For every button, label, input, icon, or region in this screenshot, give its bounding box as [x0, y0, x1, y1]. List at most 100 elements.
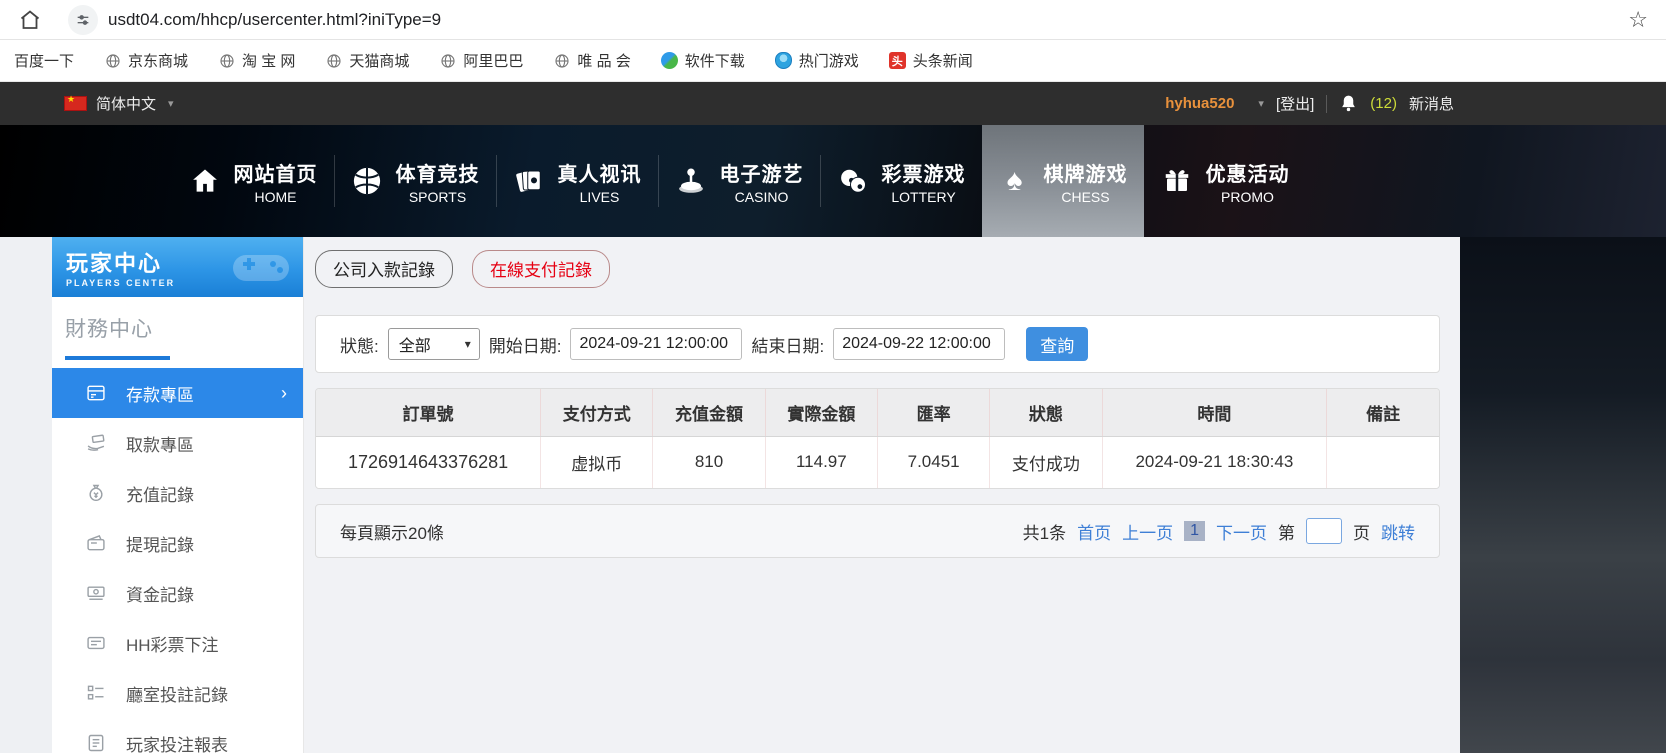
hand-money-icon: [86, 433, 106, 453]
bookmark-games[interactable]: 热门游戏: [774, 50, 859, 71]
tab-company-deposit-record[interactable]: 公司入款記錄: [315, 250, 453, 288]
start-date-input[interactable]: [570, 328, 743, 360]
background-decor: [1460, 237, 1666, 753]
bookmark-toutiao[interactable]: 头 头条新闻: [888, 50, 973, 71]
user-caret-icon[interactable]: ▾: [1258, 97, 1264, 110]
nav-item-promo[interactable]: 优惠活动 PROMO: [1144, 125, 1306, 237]
status-label: 狀態:: [340, 336, 379, 356]
sidebar-item-withdraw[interactable]: 取款專區: [52, 418, 303, 468]
globe-icon: [553, 52, 570, 69]
table-header-row: 訂單號 支付方式 充值金額 實際金額 匯率 狀態 時間 備註: [316, 389, 1439, 437]
software-download-icon: [660, 52, 678, 69]
pagination-bar: 每頁顯示20條 共1条 首页 上一页 1 下一页 第 页 跳转: [315, 504, 1440, 558]
bookmark-tmall[interactable]: 天猫商城: [325, 50, 409, 71]
cell-actual-amount: 114.97: [764, 436, 878, 488]
end-date-input[interactable]: [833, 328, 1006, 360]
cell-pay-method: 虚拟币: [540, 436, 653, 488]
ticket-icon: [86, 633, 106, 653]
message-count[interactable]: (12): [1370, 95, 1397, 112]
globe-icon: [218, 52, 235, 69]
toutiao-icon: 头: [888, 52, 906, 69]
header-time: 時間: [1101, 389, 1327, 437]
record-tabs: 公司入款記錄 在線支付記錄: [315, 250, 1460, 288]
sidebar-item-withdrawal-record[interactable]: 提現記錄: [52, 518, 303, 568]
bookmark-star-icon[interactable]: ☆: [1628, 8, 1648, 31]
bookmark-alibaba[interactable]: 阿里巴巴: [439, 50, 523, 71]
main-content: 公司入款記錄 在線支付記錄 狀態: 全部 ▾ 開始日期: 結束日期: 查詢: [304, 237, 1460, 753]
bookmark-taobao[interactable]: 淘 宝 网: [218, 50, 295, 71]
bell-icon[interactable]: [1339, 94, 1358, 113]
bookmark-software[interactable]: 软件下载: [660, 50, 745, 71]
language-label[interactable]: 简体中文: [96, 93, 156, 114]
language-caret-icon[interactable]: ▾: [168, 97, 174, 110]
banknote-icon: [86, 583, 106, 603]
tab-online-payment-record[interactable]: 在線支付記錄: [472, 250, 610, 288]
globe-icon: [104, 52, 121, 69]
browser-home-icon[interactable]: [18, 8, 42, 32]
next-page-link[interactable]: 下一页: [1216, 519, 1267, 544]
sidebar-item-deposit[interactable]: 存款專區 ›: [52, 368, 303, 418]
page-body: 玩家中心 PLAYERS CENTER 財務中心 存款專區 › 取款專區 充值記…: [0, 237, 1666, 753]
cell-remark: [1326, 436, 1439, 488]
chevron-right-icon: ›: [281, 382, 287, 403]
header-status: 狀態: [989, 389, 1103, 437]
search-button[interactable]: 查詢: [1026, 327, 1089, 361]
sidebar: 玩家中心 PLAYERS CENTER 財務中心 存款專區 › 取款專區 充值記…: [52, 237, 304, 753]
section-underline: [65, 356, 170, 360]
bookmark-baidu[interactable]: 百度一下: [14, 50, 74, 71]
prev-page-link[interactable]: 上一页: [1122, 519, 1173, 544]
select-caret-icon: ▾: [464, 337, 471, 351]
logout-link[interactable]: [登出]: [1276, 93, 1314, 114]
section-title: 財務中心: [65, 318, 153, 341]
gift-icon: [1161, 165, 1193, 197]
username[interactable]: hyhua520: [1165, 95, 1234, 112]
page-jump-input[interactable]: [1306, 518, 1342, 544]
cell-order-no: 1726914643376281: [316, 436, 541, 488]
jump-suffix: 页: [1353, 523, 1370, 543]
cards-icon: [513, 165, 545, 197]
sidebar-menu: 存款專區 › 取款專區 充值記錄 提現記錄 資金記錄 HH彩票下注 廳室投註記錄…: [52, 368, 303, 753]
moneybag-icon: [86, 483, 106, 503]
jump-go-link[interactable]: 跳转: [1381, 519, 1415, 544]
page-size-label: 每頁顯示20條: [340, 523, 444, 543]
deposit-card-icon: [86, 383, 106, 403]
cell-rate: 7.0451: [876, 436, 990, 488]
globe-icon: [325, 52, 342, 69]
bookmark-vip[interactable]: 唯 品 会: [553, 50, 631, 71]
bookmark-jd[interactable]: 京东商城: [104, 50, 188, 71]
total-count: 共1条: [1022, 523, 1067, 543]
jump-prefix: 第: [1278, 523, 1295, 543]
address-bar[interactable]: usdt04.com/hhcp/usercenter.html?iniType=…: [68, 4, 441, 35]
sidebar-item-recharge-record[interactable]: 充值記錄: [52, 468, 303, 518]
status-select[interactable]: 全部 ▾: [387, 328, 480, 360]
table-row: 1726914643376281 虚拟币 810 114.97 7.0451 支…: [316, 436, 1439, 488]
nav-item-chess[interactable]: ♠ 棋牌游戏 CHESS: [982, 125, 1144, 237]
sidebar-item-hh-lottery-bets[interactable]: HH彩票下注: [52, 618, 303, 668]
site-settings-icon[interactable]: [68, 4, 98, 35]
nav-item-sports[interactable]: 体育竞技 SPORTS: [334, 125, 496, 237]
china-flag-icon: ★: [64, 94, 87, 111]
penguin-icon: [774, 52, 792, 69]
main-navigation: 网站首页 HOME 体育竞技 SPORTS 真人视讯 LIVES 电子游艺 CA…: [0, 125, 1666, 237]
sidebar-item-bet-report[interactable]: 玩家投注報表: [52, 718, 303, 753]
first-page-link[interactable]: 首页: [1077, 519, 1111, 544]
header-pay-method: 支付方式: [540, 389, 653, 437]
lottery-balls-icon: [837, 165, 869, 197]
nav-item-casino[interactable]: 电子游艺 CASINO: [658, 125, 820, 237]
wallet-icon: [86, 533, 106, 553]
header-order-no: 訂單號: [316, 389, 541, 437]
current-page-indicator: 1: [1184, 521, 1205, 541]
nav-item-home[interactable]: 网站首页 HOME: [172, 125, 334, 237]
sidebar-item-room-bet-record[interactable]: 廳室投註記錄: [52, 668, 303, 718]
divider: [1326, 94, 1328, 113]
header-remark: 備註: [1326, 389, 1439, 437]
nav-item-lives[interactable]: 真人视讯 LIVES: [496, 125, 658, 237]
message-label[interactable]: 新消息: [1409, 93, 1454, 114]
url-text[interactable]: usdt04.com/hhcp/usercenter.html?iniType=…: [108, 10, 441, 30]
nav-item-lottery[interactable]: 彩票游戏 LOTTERY: [820, 125, 982, 237]
cell-recharge-amount: 810: [652, 436, 766, 488]
sidebar-item-funds-record[interactable]: 資金記錄: [52, 568, 303, 618]
header-actual-amount: 實際金額: [764, 389, 878, 437]
browser-toolbar: usdt04.com/hhcp/usercenter.html?iniType=…: [0, 0, 1666, 40]
